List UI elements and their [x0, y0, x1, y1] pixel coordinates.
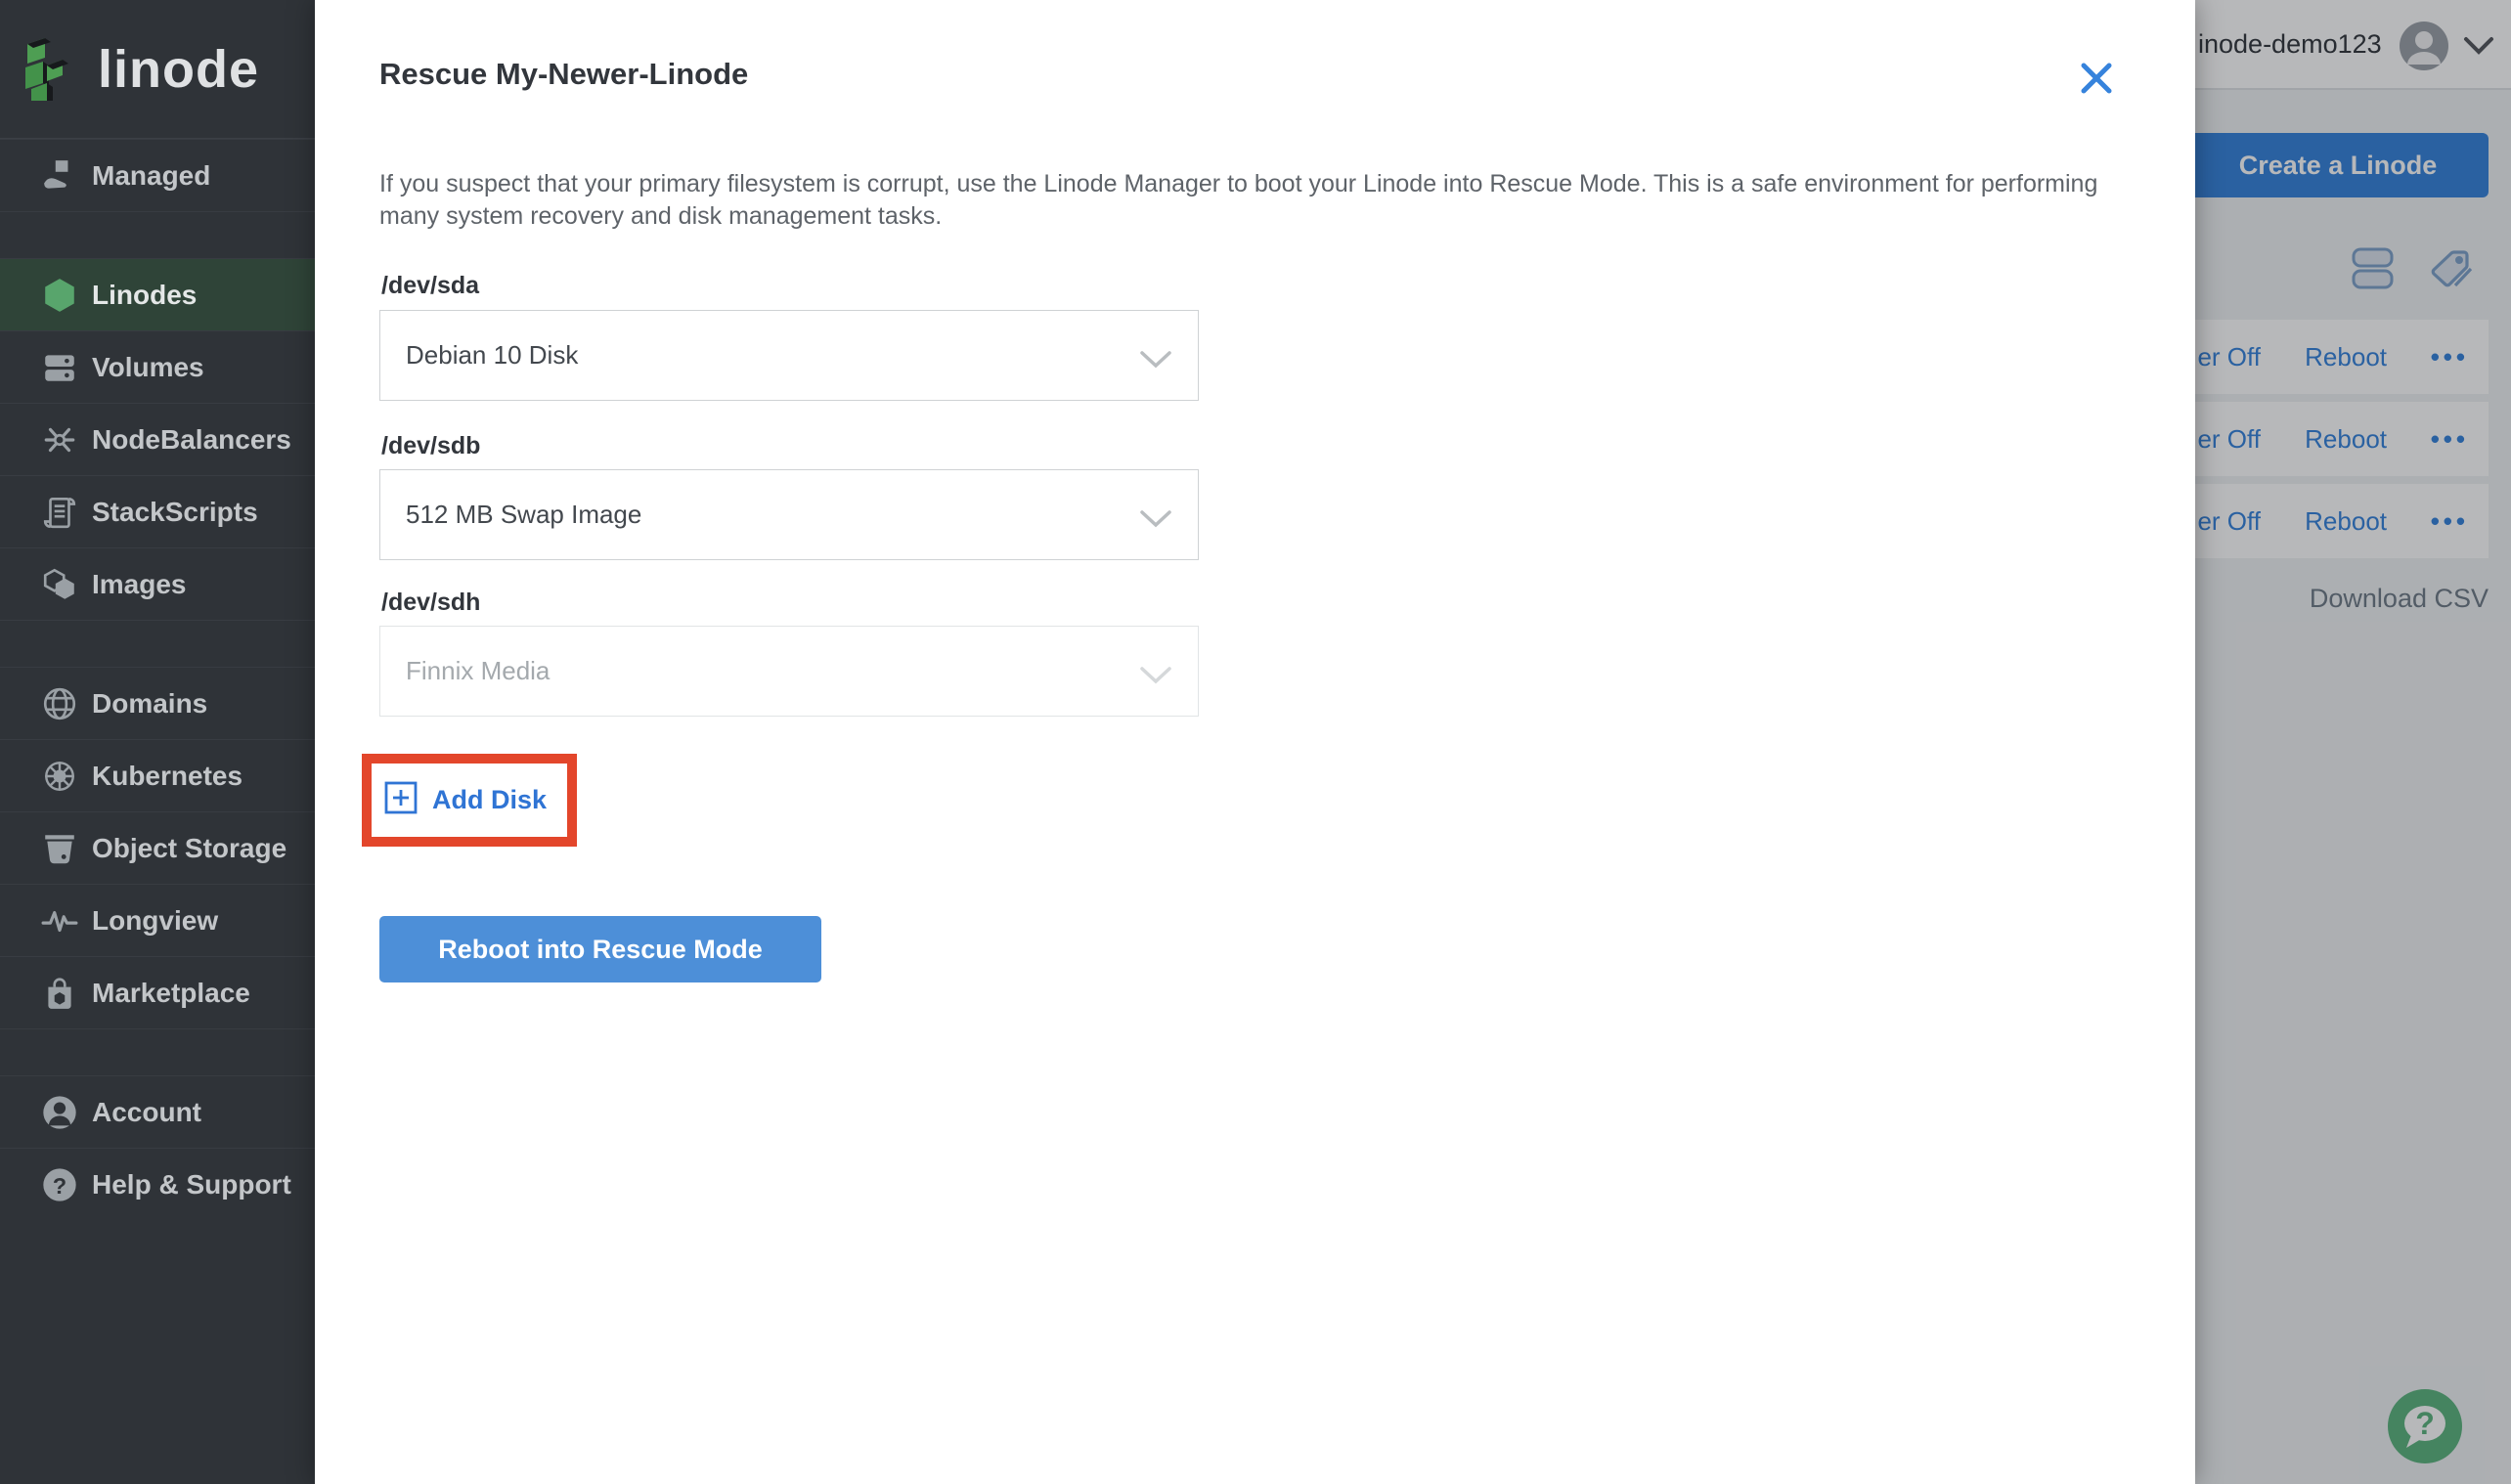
- sidebar-item-label: StackScripts: [92, 496, 258, 527]
- chevron-down-icon: [1139, 505, 1172, 536]
- sidebar-item-label: Longview: [92, 904, 219, 936]
- images-icon: [27, 566, 92, 603]
- stackscripts-icon: [27, 494, 92, 531]
- sidebar-item-kubernetes[interactable]: Kubernetes: [0, 739, 352, 811]
- sidebar-item-label: Object Storage: [92, 832, 287, 863]
- sidebar-item-label: Account: [92, 1096, 201, 1127]
- sidebar-item-marketplace[interactable]: Marketplace: [0, 956, 352, 1028]
- sidebar-item-label: Images: [92, 568, 187, 599]
- sidebar-item-help-support[interactable]: ? Help & Support: [0, 1148, 352, 1220]
- sdh-select-value: Finnix Media: [406, 656, 551, 685]
- reboot-into-rescue-mode-button[interactable]: Reboot into Rescue Mode: [379, 916, 821, 982]
- sdb-select[interactable]: 512 MB Swap Image: [379, 469, 1199, 560]
- modal-description: If you suspect that your primary filesys…: [379, 170, 2098, 230]
- chevron-down-icon: [1139, 346, 1172, 376]
- sidebar-item-label: Domains: [92, 687, 208, 719]
- modal-title: Rescue My-Newer-Linode: [379, 57, 749, 91]
- linode-logo-icon: [25, 37, 68, 101]
- add-disk-label: Add Disk: [432, 785, 548, 814]
- account-icon: [27, 1093, 92, 1132]
- nodebalancers-icon: [27, 421, 92, 458]
- sidebar-item-object-storage[interactable]: Object Storage: [0, 811, 352, 884]
- linodes-icon: [27, 277, 92, 314]
- logo-wordmark: linode: [98, 39, 259, 99]
- volumes-icon: [27, 349, 92, 386]
- managed-icon: [27, 157, 92, 195]
- sidebar-item-images[interactable]: Images: [0, 547, 352, 620]
- sidebar-divider: [0, 211, 352, 258]
- add-disk-button[interactable]: Add Disk: [372, 764, 567, 837]
- close-icon[interactable]: [2073, 55, 2120, 102]
- sidebar: linode Managed Linodes Volumes NodeBalan…: [0, 0, 352, 1484]
- sda-select[interactable]: Debian 10 Disk: [379, 310, 1199, 401]
- field-label-sda: /dev/sda: [381, 272, 480, 299]
- sidebar-item-label: Kubernetes: [92, 760, 243, 791]
- help-icon: ?: [27, 1165, 92, 1204]
- sidebar-item-managed[interactable]: Managed: [0, 139, 352, 211]
- kubernetes-icon: [27, 758, 92, 795]
- sidebar-item-label: Volumes: [92, 351, 204, 382]
- sidebar-item-longview[interactable]: Longview: [0, 884, 352, 956]
- chevron-down-icon: [1139, 662, 1172, 692]
- sidebar-divider: [0, 620, 352, 667]
- sidebar-item-nodebalancers[interactable]: NodeBalancers: [0, 403, 352, 475]
- sidebar-item-account[interactable]: Account: [0, 1075, 352, 1148]
- sidebar-divider: [0, 1028, 352, 1075]
- sda-select-value: Debian 10 Disk: [406, 340, 579, 370]
- sidebar-item-label: Managed: [92, 159, 211, 191]
- sidebar-item-label: Marketplace: [92, 977, 250, 1008]
- sdh-select-disabled: Finnix Media: [379, 626, 1199, 717]
- highlight-annotation: Add Disk: [362, 754, 577, 847]
- sidebar-item-label: NodeBalancers: [92, 423, 291, 455]
- longview-icon: [27, 902, 92, 939]
- plus-square-icon: [384, 781, 418, 819]
- sidebar-item-volumes[interactable]: Volumes: [0, 330, 352, 403]
- reboot-button-label: Reboot into Rescue Mode: [438, 934, 763, 964]
- domains-icon: [27, 685, 92, 722]
- linode-cloud-manager: linode Managed Linodes Volumes NodeBalan…: [0, 0, 2511, 1484]
- sidebar-item-domains[interactable]: Domains: [0, 667, 352, 739]
- linode-logo[interactable]: linode: [0, 0, 352, 139]
- sidebar-item-label: Help & Support: [92, 1168, 291, 1200]
- rescue-modal: Rescue My-Newer-Linode If you suspect th…: [315, 0, 2195, 1484]
- svg-text:?: ?: [53, 1172, 66, 1198]
- object-storage-icon: [27, 830, 92, 867]
- sidebar-item-linodes[interactable]: Linodes: [0, 258, 352, 330]
- marketplace-icon: [27, 975, 92, 1012]
- field-label-sdh: /dev/sdh: [381, 589, 481, 616]
- sdb-select-value: 512 MB Swap Image: [406, 500, 642, 529]
- sidebar-item-label: Linodes: [92, 279, 198, 310]
- field-label-sdb: /dev/sdb: [381, 432, 481, 459]
- sidebar-item-stackscripts[interactable]: StackScripts: [0, 475, 352, 547]
